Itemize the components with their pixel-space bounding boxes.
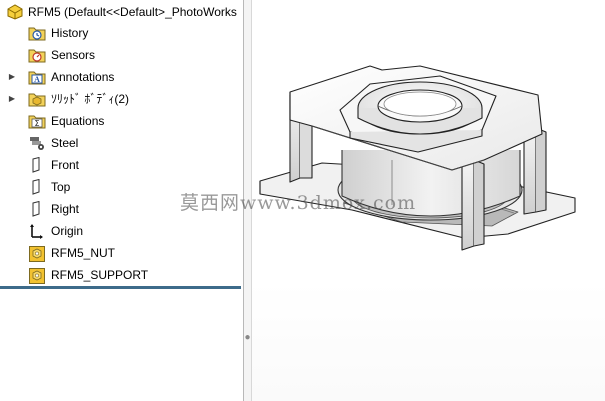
tree-item-label: ｿﾘｯﾄﾞ ﾎﾞﾃﾞｨ(2)	[51, 92, 130, 106]
tree-root-part[interactable]: RFM5 (Default<<Default>_PhotoWorks	[0, 1, 243, 21]
tree-item-label: Steel	[51, 136, 79, 150]
tree-item-label: Sensors	[51, 48, 96, 62]
tree-item-label: RFM5_NUT	[51, 246, 116, 260]
tree-item-solid-bodies[interactable]: ▶ ｿﾘｯﾄﾞ ﾎﾞﾃﾞｨ(2)	[0, 89, 243, 109]
feature-icon	[28, 245, 46, 263]
tree-item-origin[interactable]: Origin	[0, 221, 243, 241]
splitter-grip-icon[interactable]: ●	[244, 330, 251, 346]
annotations-icon: A	[28, 69, 46, 87]
tree-root-label: RFM5 (Default<<Default>_PhotoWorks	[28, 5, 237, 19]
part-icon	[6, 4, 24, 22]
expand-arrow-icon[interactable]: ▶	[8, 93, 16, 105]
plane-icon	[28, 157, 46, 175]
solid-bodies-icon	[28, 91, 46, 109]
expand-arrow-icon[interactable]: ▶	[8, 71, 16, 83]
tree-item-equations[interactable]: Σ Equations	[0, 111, 243, 131]
tree-rollback-bar[interactable]	[0, 286, 241, 289]
plane-icon	[28, 201, 46, 219]
tree-item-label: History	[51, 26, 89, 40]
equations-icon: Σ	[28, 113, 46, 131]
tree-item-sensors[interactable]: Sensors	[0, 45, 243, 65]
tree-item-label: Annotations	[51, 70, 115, 84]
sensors-folder-icon	[28, 47, 46, 65]
tree-item-label: Top	[51, 180, 71, 194]
tree-item-history[interactable]: History	[0, 23, 243, 43]
svg-text:A: A	[34, 75, 40, 84]
tree-item-label: Front	[51, 158, 80, 172]
tree-item-label: Equations	[51, 114, 105, 128]
svg-text:Σ: Σ	[34, 119, 39, 128]
origin-icon	[28, 223, 46, 241]
watermark-text: 莫西网www.3dmox.com	[180, 192, 417, 214]
tree-item-label: RFM5_SUPPORT	[51, 268, 149, 282]
tree-item-rfm5-nut[interactable]: RFM5_NUT	[0, 243, 243, 263]
plane-icon	[28, 179, 46, 197]
tree-item-label: Right	[51, 202, 80, 216]
material-icon	[28, 135, 46, 153]
tree-item-annotations[interactable]: ▶ A Annotations	[0, 67, 243, 87]
tree-item-label: Origin	[51, 224, 84, 238]
tree-item-rfm5-support[interactable]: RFM5_SUPPORT	[0, 265, 243, 285]
tree-item-front-plane[interactable]: Front	[0, 155, 243, 175]
history-folder-icon	[28, 25, 46, 43]
feature-icon	[28, 267, 46, 285]
tree-item-material[interactable]: Steel	[0, 133, 243, 153]
